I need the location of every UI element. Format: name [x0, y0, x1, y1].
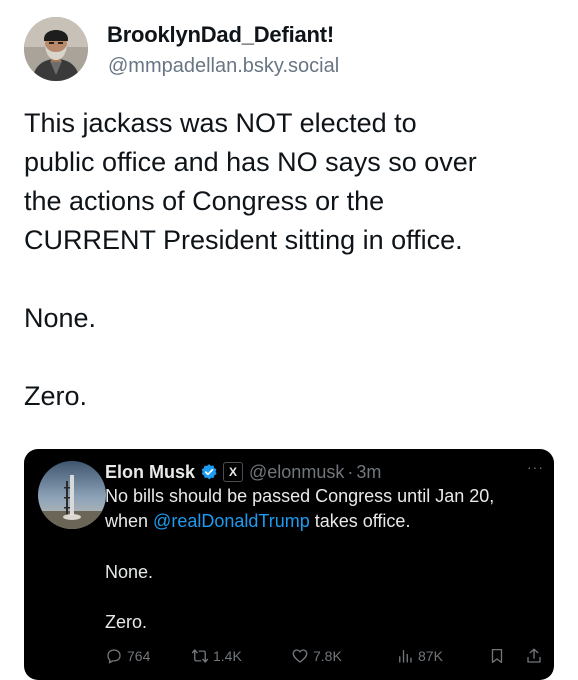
reply-icon [105, 647, 123, 665]
embedded-tweet-card[interactable]: Elon Musk X @elonmusk · 3m ··· No bills … [24, 449, 554, 680]
tweet-text-none: None. [105, 562, 154, 582]
views-button[interactable]: 87K [396, 647, 443, 665]
repost-button[interactable]: 1.4K [191, 647, 242, 665]
tweet-mention-link[interactable]: @realDonaldTrump [153, 511, 310, 531]
bookmark-icon [488, 647, 506, 665]
author-display-name[interactable]: BrooklynDad_Defiant! [107, 22, 334, 48]
post-text-zero: Zero. [24, 381, 88, 411]
reply-count: 764 [127, 648, 151, 664]
tweet-text-line-2: when @realDonaldTrump takes office. [105, 509, 545, 534]
views-icon [396, 647, 414, 665]
reply-button[interactable]: 764 [105, 647, 150, 665]
more-options-icon[interactable]: ··· [527, 459, 544, 475]
post-text-line-1: This jackass was NOT elected to [24, 108, 417, 138]
repost-icon [191, 647, 209, 665]
bookmark-button[interactable] [488, 647, 506, 665]
author-handle[interactable]: @mmpadellan.bsky.social [108, 55, 339, 78]
tweet-author-handle[interactable]: @elonmusk [249, 462, 344, 483]
tweet-text-after: takes office. [309, 511, 411, 531]
tweet-header: Elon Musk X @elonmusk · 3m [105, 459, 381, 485]
tweet-text-zero: Zero. [105, 612, 148, 632]
screenshot-page: BrooklynDad_Defiant! @mmpadellan.bsky.so… [0, 0, 578, 680]
post-text-line-4: CURRENT President sitting in office. [24, 225, 463, 255]
share-button[interactable] [525, 647, 543, 665]
tweet-timestamp[interactable]: 3m [356, 462, 381, 483]
author-avatar[interactable] [24, 17, 88, 81]
views-count: 87K [418, 648, 443, 664]
post-text-line-2: public office and has NO says so over [24, 147, 477, 177]
post-body: This jackass was NOT elected to public o… [24, 104, 564, 416]
tweet-text-when: when [105, 511, 154, 531]
like-count: 7.8K [313, 648, 342, 664]
post-text-line-3: the actions of Congress or the [24, 186, 385, 216]
verified-badge-icon [200, 463, 218, 481]
repost-count: 1.4K [213, 648, 242, 664]
tweet-author-avatar[interactable] [38, 461, 106, 529]
post-spacer [24, 338, 564, 377]
like-button[interactable]: 7.8K [291, 647, 342, 665]
x-affiliation-badge: X [223, 462, 244, 482]
tweet-separator: · [347, 461, 354, 482]
share-icon [525, 647, 543, 665]
tweet-text-line-1: No bills should be passed Congress until… [105, 486, 495, 506]
post-text-none: None. [24, 303, 97, 333]
post-spacer [24, 260, 564, 299]
tweet-author-name[interactable]: Elon Musk [105, 462, 195, 483]
tweet-action-bar: 764 1.4K 7.8K 87K [105, 647, 545, 671]
tweet-text: No bills should be passed Congress until… [105, 484, 545, 534]
like-icon [291, 647, 309, 665]
